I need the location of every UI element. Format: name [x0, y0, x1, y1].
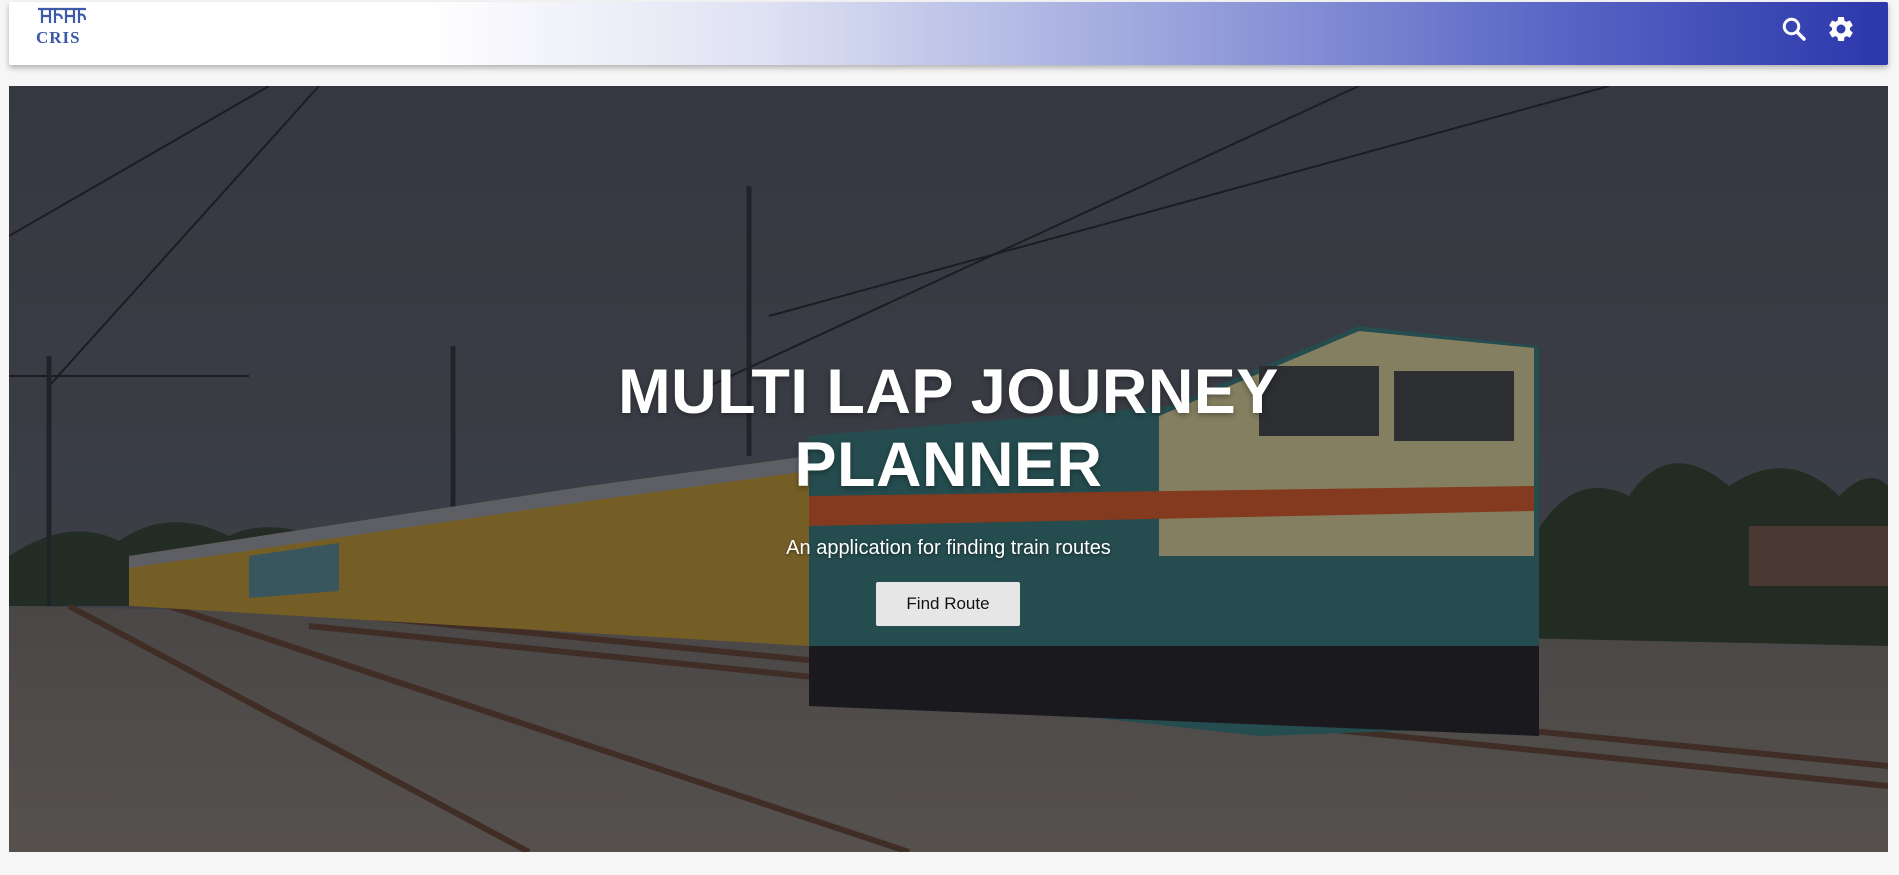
settings-button[interactable]: [1826, 14, 1856, 44]
search-button[interactable]: [1779, 14, 1809, 44]
find-route-button[interactable]: Find Route: [876, 582, 1020, 626]
hero-title-line-1: MULTI LAP JOURNEY: [618, 357, 1279, 427]
hero-title: MULTI LAP JOURNEY PLANNER: [9, 356, 1888, 502]
hero-title-line-2: PLANNER: [794, 430, 1103, 500]
cris-logo[interactable]: CRIS: [34, 6, 92, 50]
cris-logo-glyph: [38, 7, 87, 23]
logo-text: CRIS: [36, 28, 81, 47]
hero-subtitle: An application for finding train routes: [786, 537, 1111, 559]
hero-banner: MULTI LAP JOURNEY PLANNER An application…: [9, 86, 1888, 852]
search-icon: [1782, 17, 1806, 41]
gear-icon: [1829, 16, 1853, 41]
top-app-bar: CRIS: [9, 2, 1888, 65]
